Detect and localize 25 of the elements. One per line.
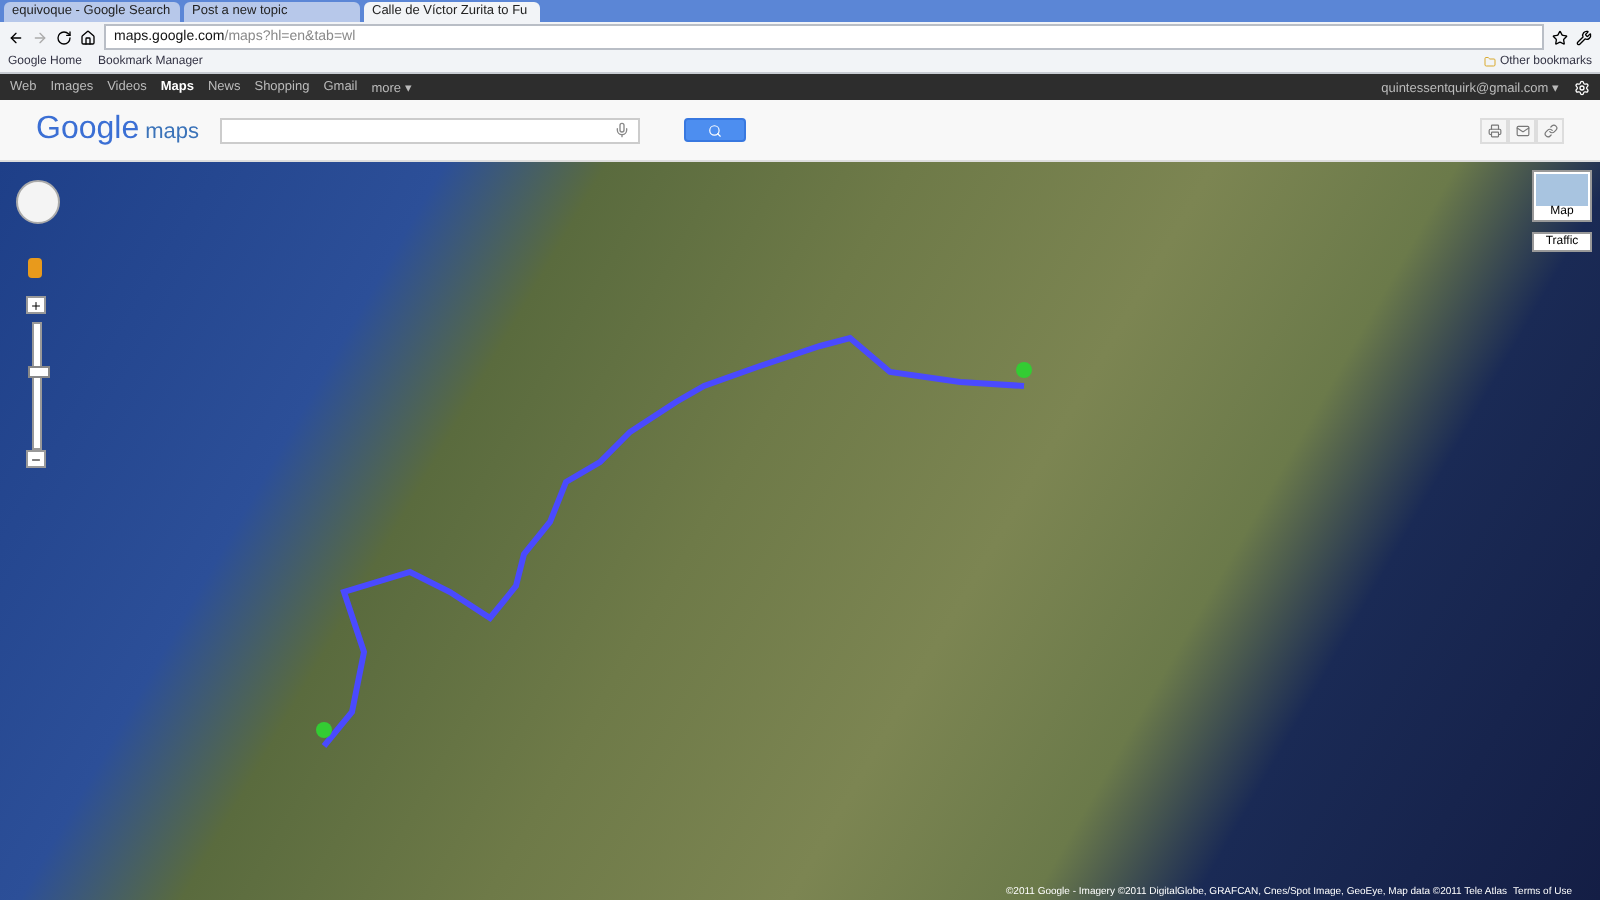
microphone-icon[interactable] [613, 122, 629, 138]
wrench-icon[interactable] [1576, 29, 1592, 45]
search-field[interactable] [219, 117, 639, 143]
zoom-in-button[interactable] [26, 296, 46, 314]
print-button[interactable] [1480, 117, 1508, 143]
link-icon [1543, 123, 1557, 137]
pegman-icon[interactable] [28, 258, 42, 278]
search-icon [707, 123, 721, 137]
printer-icon [1487, 123, 1501, 137]
google-maps-logo: Google maps [36, 112, 199, 148]
search-button[interactable] [683, 118, 745, 142]
minus-icon [30, 453, 42, 465]
envelope-icon [1515, 123, 1529, 137]
folder-icon [1483, 56, 1496, 68]
zoom-slider-thumb[interactable] [28, 366, 50, 379]
home-icon[interactable] [80, 29, 96, 45]
zoom-out-button[interactable] [26, 450, 46, 468]
settings-icon[interactable] [1574, 79, 1590, 95]
back-icon[interactable] [8, 29, 24, 45]
pan-control[interactable] [16, 180, 60, 224]
reload-icon[interactable] [56, 29, 72, 45]
email-button[interactable] [1508, 117, 1536, 143]
link-button[interactable] [1536, 117, 1564, 143]
plus-icon [30, 299, 42, 311]
star-icon[interactable] [1552, 29, 1568, 45]
